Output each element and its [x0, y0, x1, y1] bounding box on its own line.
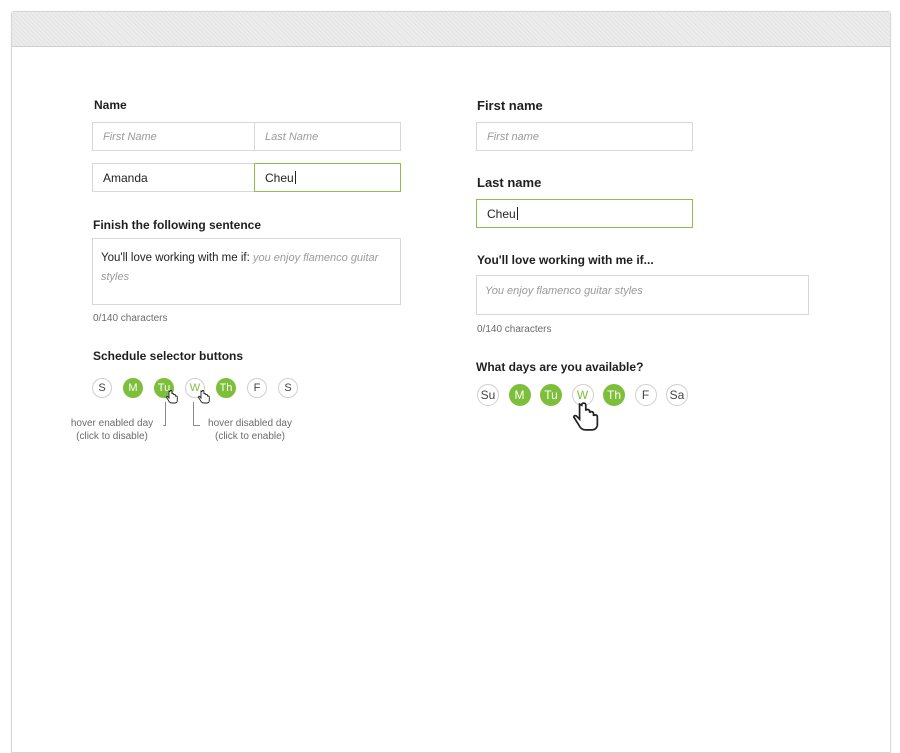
- day-button-th-4[interactable]: Th: [603, 384, 625, 406]
- annotation-bracket-enabled: [163, 402, 166, 426]
- day-button-s-0[interactable]: S: [92, 378, 112, 398]
- last-name-input-focused[interactable]: Cheu: [476, 199, 693, 228]
- note-hover-disabled: hover disabled day (click to enable): [198, 417, 302, 443]
- last-name-label: Last name: [477, 175, 542, 190]
- day-button-f-5[interactable]: F: [634, 384, 657, 406]
- right-sentence-textarea[interactable]: You enjoy flamenco guitar styles: [476, 275, 809, 315]
- right-char-count: 0/140 characters: [477, 324, 552, 335]
- right-sentence-label: You'll love working with me if...: [477, 253, 654, 267]
- text-caret: [294, 171, 296, 184]
- days-label: What days are you available?: [476, 360, 644, 374]
- day-button-m-1[interactable]: M: [123, 378, 143, 398]
- hand-cursor-icon: [573, 402, 599, 431]
- first-name-input[interactable]: First name: [476, 122, 693, 151]
- sentence-label: Finish the following sentence: [93, 218, 262, 232]
- day-button-sa-6[interactable]: Sa: [666, 384, 688, 406]
- sentence-textarea[interactable]: You'll love working with me if: you enjo…: [92, 238, 401, 305]
- first-name-label: First name: [477, 98, 543, 113]
- last-name-placeholder: Last Name: [265, 130, 319, 143]
- first-name-input-placeholder: First name: [487, 130, 539, 143]
- first-name-placeholder: First Name: [103, 130, 157, 143]
- top-bar: [12, 12, 890, 47]
- day-button-s-6[interactable]: S: [278, 378, 298, 398]
- note-enabled-line1: hover enabled day: [70, 418, 154, 429]
- hand-cursor-icon: [166, 390, 178, 404]
- schedule-label: Schedule selector buttons: [93, 349, 244, 363]
- char-count: 0/140 characters: [93, 313, 168, 324]
- last-name-value: Cheu: [265, 170, 294, 185]
- note-enabled-line2: (click to disable): [76, 431, 148, 442]
- note-disabled-line2: (click to enable): [214, 431, 286, 442]
- first-name-value: Amanda: [103, 170, 148, 185]
- last-name-field-empty[interactable]: Last Name: [254, 122, 401, 151]
- note-disabled-line1: hover disabled day: [208, 418, 292, 429]
- right-sentence-placeholder: You enjoy flamenco guitar styles: [485, 285, 643, 297]
- last-name-field-focused[interactable]: Cheu: [254, 163, 401, 192]
- name-label: Name: [94, 98, 127, 112]
- first-name-field-empty[interactable]: First Name: [92, 122, 254, 151]
- day-button-m-1[interactable]: M: [508, 384, 531, 406]
- day-button-th-4[interactable]: Th: [216, 378, 236, 398]
- day-button-f-5[interactable]: F: [247, 378, 267, 398]
- day-button-tu-2[interactable]: Tu: [540, 384, 562, 406]
- last-name-input-value: Cheu: [487, 206, 516, 221]
- note-hover-enabled: hover enabled day (click to disable): [62, 417, 162, 443]
- first-name-field[interactable]: Amanda: [92, 163, 254, 192]
- text-caret: [516, 207, 518, 220]
- day-button-su-0[interactable]: Su: [477, 384, 499, 406]
- sentence-prefix: You'll love working with me if:: [101, 252, 250, 264]
